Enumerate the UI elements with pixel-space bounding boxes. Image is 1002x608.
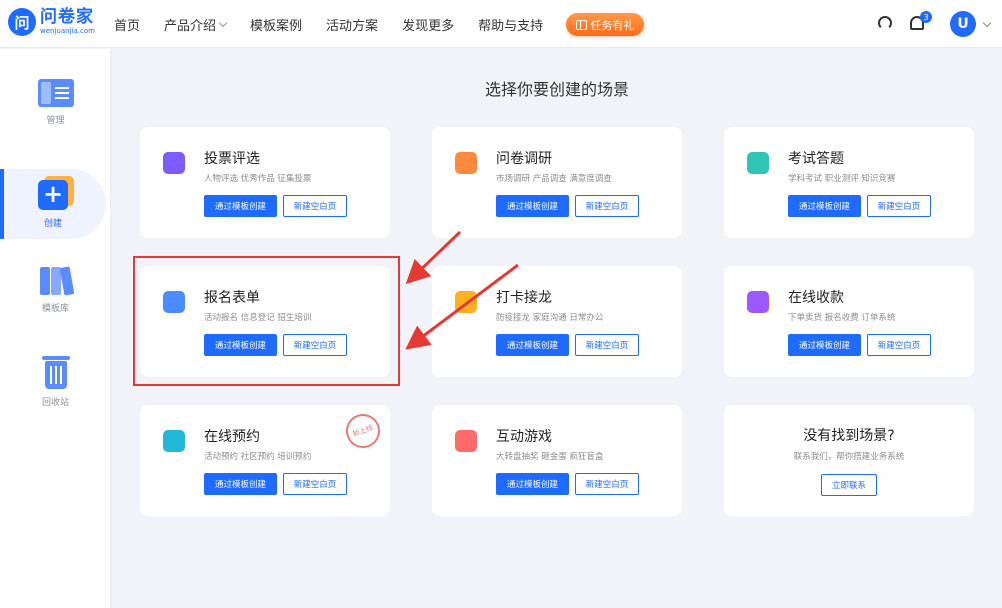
logo-domain: wenjuanjia.com	[40, 27, 95, 35]
nav-item-activities[interactable]: 活动方案	[326, 15, 378, 34]
logo-text: 问卷家 wenjuanjia.com	[40, 9, 95, 35]
chevron-down-icon[interactable]	[982, 18, 992, 28]
recycle-bin-icon	[41, 355, 70, 389]
sidebar: 管理 + 创建 模板库 回收站	[0, 49, 111, 608]
nav-item-label: 首页	[114, 18, 141, 34]
top-navigation-bar: 问 问卷家 wenjuanjia.com 首页 产品介绍 模板案例 活动方案 发…	[0, 0, 1002, 48]
scene-title: 问卷调研	[496, 151, 552, 167]
exam-icon	[747, 152, 769, 174]
chevron-down-icon	[218, 18, 228, 27]
contact-now-button[interactable]: 立即联系	[821, 474, 877, 496]
create-blank-button[interactable]: 新建空白页	[575, 195, 639, 217]
notification-badge: 3	[920, 11, 932, 23]
logo[interactable]: 问 问卷家 wenjuanjia.com	[8, 8, 95, 36]
create-blank-button[interactable]: 新建空白页	[575, 334, 639, 356]
create-plus-icon: +	[38, 179, 68, 210]
folder-manage-icon	[37, 78, 74, 107]
scene-card-not-found: 没有找到场景? 联系我们，帮你搭建业务系统 立即联系	[724, 405, 974, 516]
scene-desc: 人物评选 优秀作品 征集投票	[204, 174, 312, 184]
scene-desc: 大转盘抽奖 砸金蛋 疯狂盲盒	[496, 452, 604, 462]
template-library-icon	[38, 265, 74, 296]
create-blank-button[interactable]: 新建空白页	[867, 334, 931, 356]
headset-icon[interactable]	[878, 16, 892, 30]
calendar-icon	[163, 430, 185, 452]
avatar[interactable]: U	[950, 11, 976, 37]
vote-icon	[163, 152, 185, 174]
gift-icon	[575, 19, 587, 30]
scene-title: 在线预约	[204, 429, 260, 445]
nav-item-label: 发现更多	[402, 18, 455, 34]
nav-item-label: 模板案例	[250, 18, 303, 34]
highlight-box	[133, 256, 400, 386]
logo-icon: 问	[8, 8, 36, 36]
scene-desc: 防疫接龙 家庭沟通 日常办公	[496, 313, 604, 323]
scene-card-survey: 问卷调研 市场调研 产品调查 满意度调查 通过模板创建 新建空白页	[432, 127, 682, 238]
not-found-title: 没有找到场景?	[803, 428, 895, 444]
scene-desc: 市场调研 产品调查 满意度调查	[496, 174, 612, 184]
scene-desc: 活动预约 社区预约 培训预约	[204, 452, 312, 462]
sidebar-item-create[interactable]: + 创建	[0, 169, 106, 239]
sidebar-item-label: 创建	[43, 218, 62, 229]
scene-desc: 学科考试 职业测评 知识竞赛	[788, 174, 896, 184]
sidebar-item-label: 管理	[46, 115, 65, 126]
scene-card-payment: 在线收款 下单卖货 报名收费 订单系统 通过模板创建 新建空白页	[724, 266, 974, 377]
gift-icon	[455, 430, 477, 452]
create-from-template-button[interactable]: 通过模板创建	[204, 195, 277, 217]
not-found-desc: 联系我们，帮你搭建业务系统	[793, 452, 905, 462]
nav-item-label: 帮助与支持	[478, 18, 544, 34]
nav-item-help[interactable]: 帮助与支持	[478, 15, 543, 34]
create-blank-button[interactable]: 新建空白页	[283, 195, 347, 217]
task-reward-label: 任务有礼	[590, 18, 635, 32]
create-from-template-button[interactable]: 通过模板创建	[204, 473, 277, 495]
scene-title: 打卡接龙	[496, 290, 552, 306]
nav-item-products[interactable]: 产品介绍	[164, 15, 228, 34]
scene-card-checkin: 打卡接龙 防疫接龙 家庭沟通 日常办公 通过模板创建 新建空白页	[432, 266, 682, 377]
nav-item-label: 活动方案	[326, 18, 379, 34]
scene-card-game: 互动游戏 大转盘抽奖 砸金蛋 疯狂盲盒 通过模板创建 新建空白页	[432, 405, 682, 516]
create-from-template-button[interactable]: 通过模板创建	[788, 195, 861, 217]
sidebar-item-label: 回收站	[41, 397, 69, 408]
nav-item-home[interactable]: 首页	[114, 15, 140, 34]
survey-icon	[455, 152, 477, 174]
create-blank-button[interactable]: 新建空白页	[575, 473, 639, 495]
nav-item-label: 产品介绍	[164, 18, 217, 34]
nav-item-templates[interactable]: 模板案例	[250, 15, 302, 34]
create-blank-button[interactable]: 新建空白页	[867, 195, 931, 217]
scene-title: 互动游戏	[496, 429, 552, 445]
payment-icon	[747, 291, 769, 313]
sidebar-item-template-library[interactable]: 模板库	[0, 255, 111, 325]
logo-name: 问卷家	[40, 7, 94, 27]
create-blank-button[interactable]: 新建空白页	[283, 473, 347, 495]
sidebar-item-label: 模板库	[41, 303, 69, 314]
scene-card-exam: 考试答题 学科考试 职业测评 知识竞赛 通过模板创建 新建空白页	[724, 127, 974, 238]
page-title: 选择你要创建的场景	[484, 80, 629, 99]
scene-title: 投票评选	[204, 151, 260, 167]
new-stamp-badge: 新上线	[341, 409, 385, 453]
scene-title: 在线收款	[788, 290, 844, 306]
scene-card-booking: 在线预约 活动预约 社区预约 培训预约 新上线 通过模板创建 新建空白页	[140, 405, 390, 516]
sidebar-item-recycle-bin[interactable]: 回收站	[0, 347, 111, 417]
nav-item-discover[interactable]: 发现更多	[402, 15, 454, 34]
create-from-template-button[interactable]: 通过模板创建	[496, 334, 569, 356]
header-actions: 3 U	[872, 0, 1002, 48]
scene-title: 考试答题	[788, 151, 844, 167]
task-reward-button[interactable]: 任务有礼	[566, 13, 644, 36]
create-from-template-button[interactable]: 通过模板创建	[496, 195, 569, 217]
create-from-template-button[interactable]: 通过模板创建	[788, 334, 861, 356]
checkin-icon	[455, 291, 477, 313]
main-nav: 首页 产品介绍 模板案例 活动方案 发现更多 帮助与支持	[114, 0, 567, 48]
scene-card-vote: 投票评选 人物评选 优秀作品 征集投票 通过模板创建 新建空白页	[140, 127, 390, 238]
sidebar-item-manage[interactable]: 管理	[0, 67, 111, 137]
scene-desc: 下单卖货 报名收费 订单系统	[788, 313, 896, 323]
create-from-template-button[interactable]: 通过模板创建	[496, 473, 569, 495]
